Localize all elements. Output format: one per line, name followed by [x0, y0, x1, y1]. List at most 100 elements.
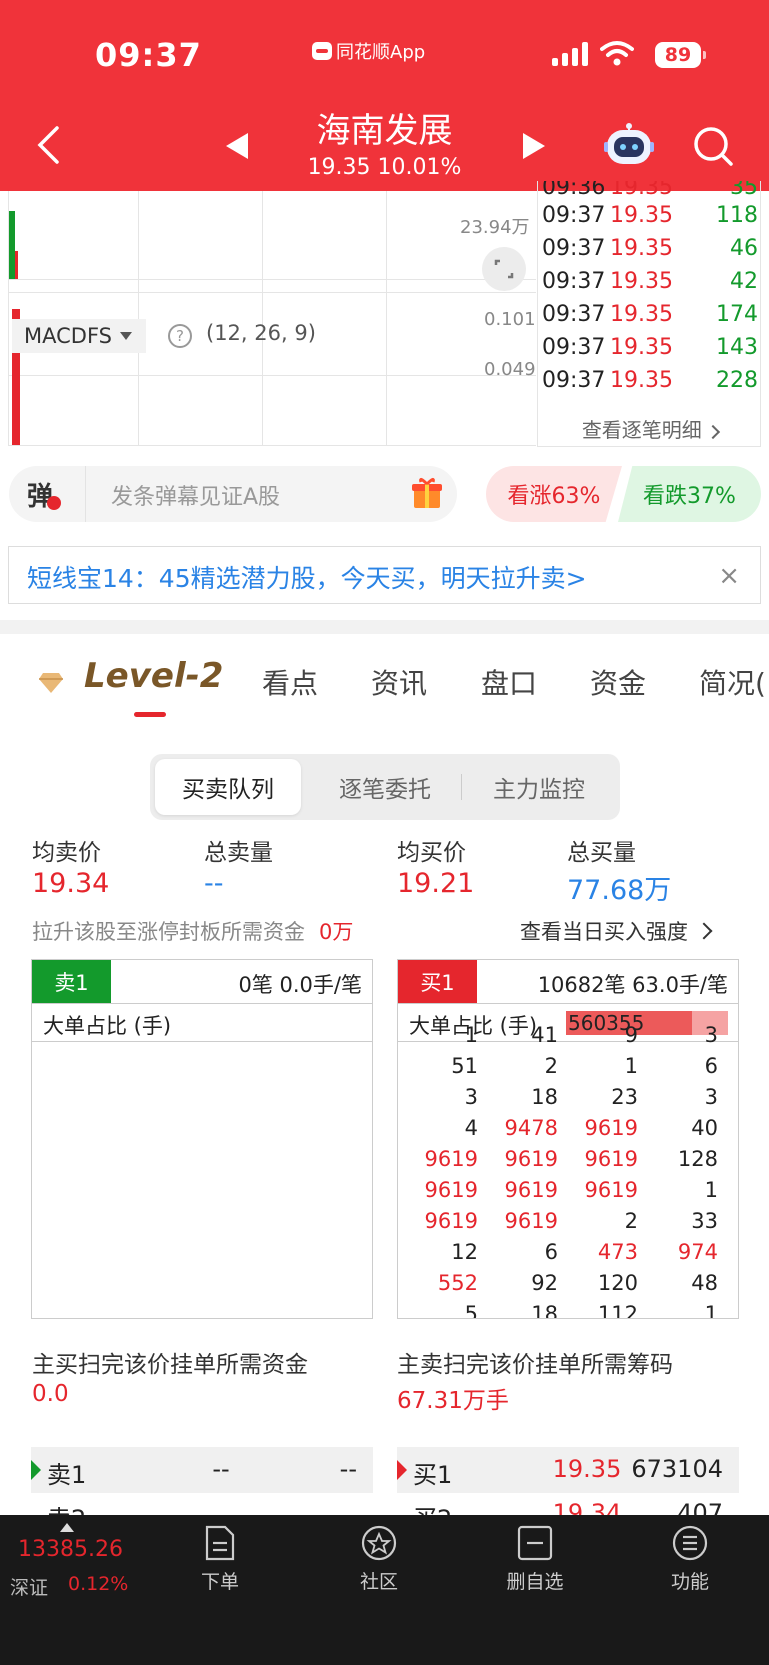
order-button[interactable]: 下单 — [175, 1525, 265, 1594]
sell-sweep-cost-value: 67.31万手 — [397, 1388, 509, 1414]
tick-row: 09:37 19.35 228 — [542, 368, 758, 393]
buy1-level-row[interactable]: 买1 19.35 673104 — [397, 1447, 739, 1493]
macd-selector[interactable]: MACDFS — [12, 319, 146, 353]
queue-cell: 1 — [704, 1178, 718, 1202]
tab-funds[interactable]: 资金 — [590, 662, 646, 702]
robot-assistant-icon[interactable] — [604, 122, 654, 168]
macd-label-text: MACDFS — [24, 324, 112, 348]
queue-cell: 974 — [677, 1240, 718, 1264]
seg-main-monitor[interactable]: 主力监控 — [464, 759, 614, 815]
sell2-level-row[interactable]: 卖2 — [31, 1493, 373, 1515]
app-logo-icon — [312, 42, 332, 60]
volume-max-label: 23.94万 — [460, 217, 530, 238]
tab-profile[interactable]: 简况( — [699, 662, 766, 702]
queue-row: 552 92 120 48 — [398, 1271, 738, 1302]
buy-queue-panel[interactable]: 买1 10682笔 63.0手/笔 大单占比 (手) 560355 1 41 9 3 5… — [397, 959, 739, 1319]
tick-row: 09:37 19.35 174 — [542, 302, 758, 327]
avg-buy-label: 均买价 — [397, 840, 466, 866]
queue-row: 5 18 112 1 — [398, 1302, 738, 1319]
queue-cell: 9619 — [424, 1147, 478, 1171]
tick-list[interactable]: 09:36 19.35 35 09:37 19.35 118 09:37 19.35 46 … — [537, 181, 761, 447]
queue-cell: 1 — [704, 1302, 718, 1319]
barrage-input[interactable]: 弹 发条弹幕见证A股 — [9, 466, 457, 522]
tab-highlights[interactable]: 看点 — [262, 662, 318, 702]
seg-tick-orders[interactable]: 逐笔委托 — [310, 759, 460, 815]
queue-row: 9619 9619 9619 1 — [398, 1178, 738, 1209]
queue-row: 4 9478 9619 40 — [398, 1116, 738, 1147]
index-value[interactable]: 13385.26 — [18, 1537, 123, 1562]
sell1-level-row[interactable]: 卖1 -- -- — [31, 1447, 373, 1493]
queue-cell: 9478 — [504, 1116, 558, 1140]
vote-rise-button[interactable]: 看涨63% — [486, 466, 622, 522]
gift-icon[interactable] — [411, 476, 443, 510]
menu-circle-icon — [672, 1525, 708, 1561]
limit-up-funds-value: 0万 — [319, 920, 354, 944]
tab-orderbook[interactable]: 盘口 — [481, 662, 537, 702]
app-name-text: 同花顺App — [336, 42, 426, 63]
queue-cell: 120 — [597, 1271, 638, 1295]
community-button[interactable]: 社区 — [334, 1525, 424, 1594]
queue-cell: 9619 — [504, 1178, 558, 1202]
help-icon[interactable]: ? — [168, 324, 192, 348]
buy-sweep-cost-value: 0.0 — [32, 1381, 69, 1407]
total-buy-value: 77.68万 — [567, 875, 672, 906]
battery-indicator: 89 — [655, 42, 706, 68]
queue-row: 9619 9619 9619 128 — [398, 1147, 738, 1178]
seg-order-queue[interactable]: 买卖队列 — [155, 759, 301, 815]
queue-cell: 6 — [544, 1240, 558, 1264]
wifi-icon — [600, 41, 634, 66]
bottom-toolbar: 13385.26 深证 0.12% 下单 社区 删自选 功能 — [0, 1515, 769, 1665]
queue-cell: 128 — [677, 1147, 718, 1171]
search-icon[interactable] — [692, 125, 734, 167]
section-tabs: Level-2 看点 资讯 盘口 资金 简况( — [0, 656, 769, 717]
queue-row: 51 2 1 6 — [398, 1054, 738, 1085]
next-stock-icon[interactable] — [523, 133, 545, 159]
queue-cell: 473 — [597, 1240, 638, 1264]
queue-cell: 9619 — [584, 1116, 638, 1140]
tab-level2[interactable]: Level-2 — [84, 656, 223, 696]
expand-up-icon[interactable] — [60, 1523, 74, 1532]
queue-cell: 1 — [464, 1023, 478, 1047]
index-name: 深证 — [10, 1577, 49, 1599]
promo-text[interactable]: 短线宝14：45精选潜力股，今天买，明天拉升卖> — [27, 559, 587, 595]
chevron-right-icon — [695, 922, 713, 940]
vote-fall-button[interactable]: 看跌37% — [618, 466, 761, 522]
large-order-ratio-label: 大单占比 (手) — [43, 1014, 172, 1038]
macd-mid-label: 0.049 — [484, 359, 536, 380]
sell1-stats: 0笔 0.0手/笔 — [238, 973, 362, 997]
avg-sell-value: 19.34 — [32, 868, 110, 899]
functions-button[interactable]: 功能 — [645, 1525, 735, 1594]
queue-cell: 18 — [531, 1085, 558, 1109]
close-icon[interactable]: × — [718, 561, 740, 591]
remove-watchlist-button[interactable]: 删自选 — [490, 1525, 580, 1594]
tab-news[interactable]: 资讯 — [371, 662, 427, 702]
queue-cell: 6 — [704, 1054, 718, 1078]
queue-cell: 41 — [531, 1023, 558, 1047]
total-sell-label: 总卖量 — [204, 840, 273, 866]
avg-buy-value: 19.21 — [397, 868, 475, 899]
view-tick-detail-link[interactable]: 查看逐笔明细 — [538, 414, 760, 443]
queue-cell: 9619 — [584, 1147, 638, 1171]
buy-strength-link[interactable]: 查看当日买入强度 — [520, 916, 713, 946]
tick-row: 09:37 19.35 143 — [542, 335, 758, 360]
queue-cell: 9619 — [424, 1178, 478, 1202]
avg-sell-label: 均卖价 — [32, 840, 101, 866]
sell-sweep-cost-label: 主卖扫完该价挂单所需筹码 — [397, 1352, 673, 1378]
queue-cell: 3 — [704, 1023, 718, 1047]
volume-bar — [15, 251, 18, 279]
queue-cell: 5 — [464, 1302, 478, 1319]
queue-row: 12 6 473 974 — [398, 1240, 738, 1271]
queue-cell: 552 — [437, 1271, 478, 1295]
buy-sweep-cost-label: 主买扫完该价挂单所需资金 — [32, 1352, 308, 1378]
queue-cell: 9619 — [504, 1147, 558, 1171]
queue-cell: 92 — [531, 1271, 558, 1295]
buy2-level-row[interactable]: 买2 19.34 407 — [397, 1493, 739, 1515]
signal-icon — [552, 42, 588, 66]
promo-banner[interactable]: 短线宝14：45精选潜力股，今天买，明天拉升卖> × — [8, 546, 761, 604]
queue-row: 3 18 23 3 — [398, 1085, 738, 1116]
community-star-icon — [361, 1525, 397, 1561]
queue-cell: 3 — [464, 1085, 478, 1109]
tick-row: 09:37 19.35 118 — [542, 203, 758, 228]
expand-button[interactable] — [482, 247, 526, 291]
sell-queue-panel[interactable]: 卖1 0笔 0.0手/笔 大单占比 (手) — [31, 959, 373, 1319]
